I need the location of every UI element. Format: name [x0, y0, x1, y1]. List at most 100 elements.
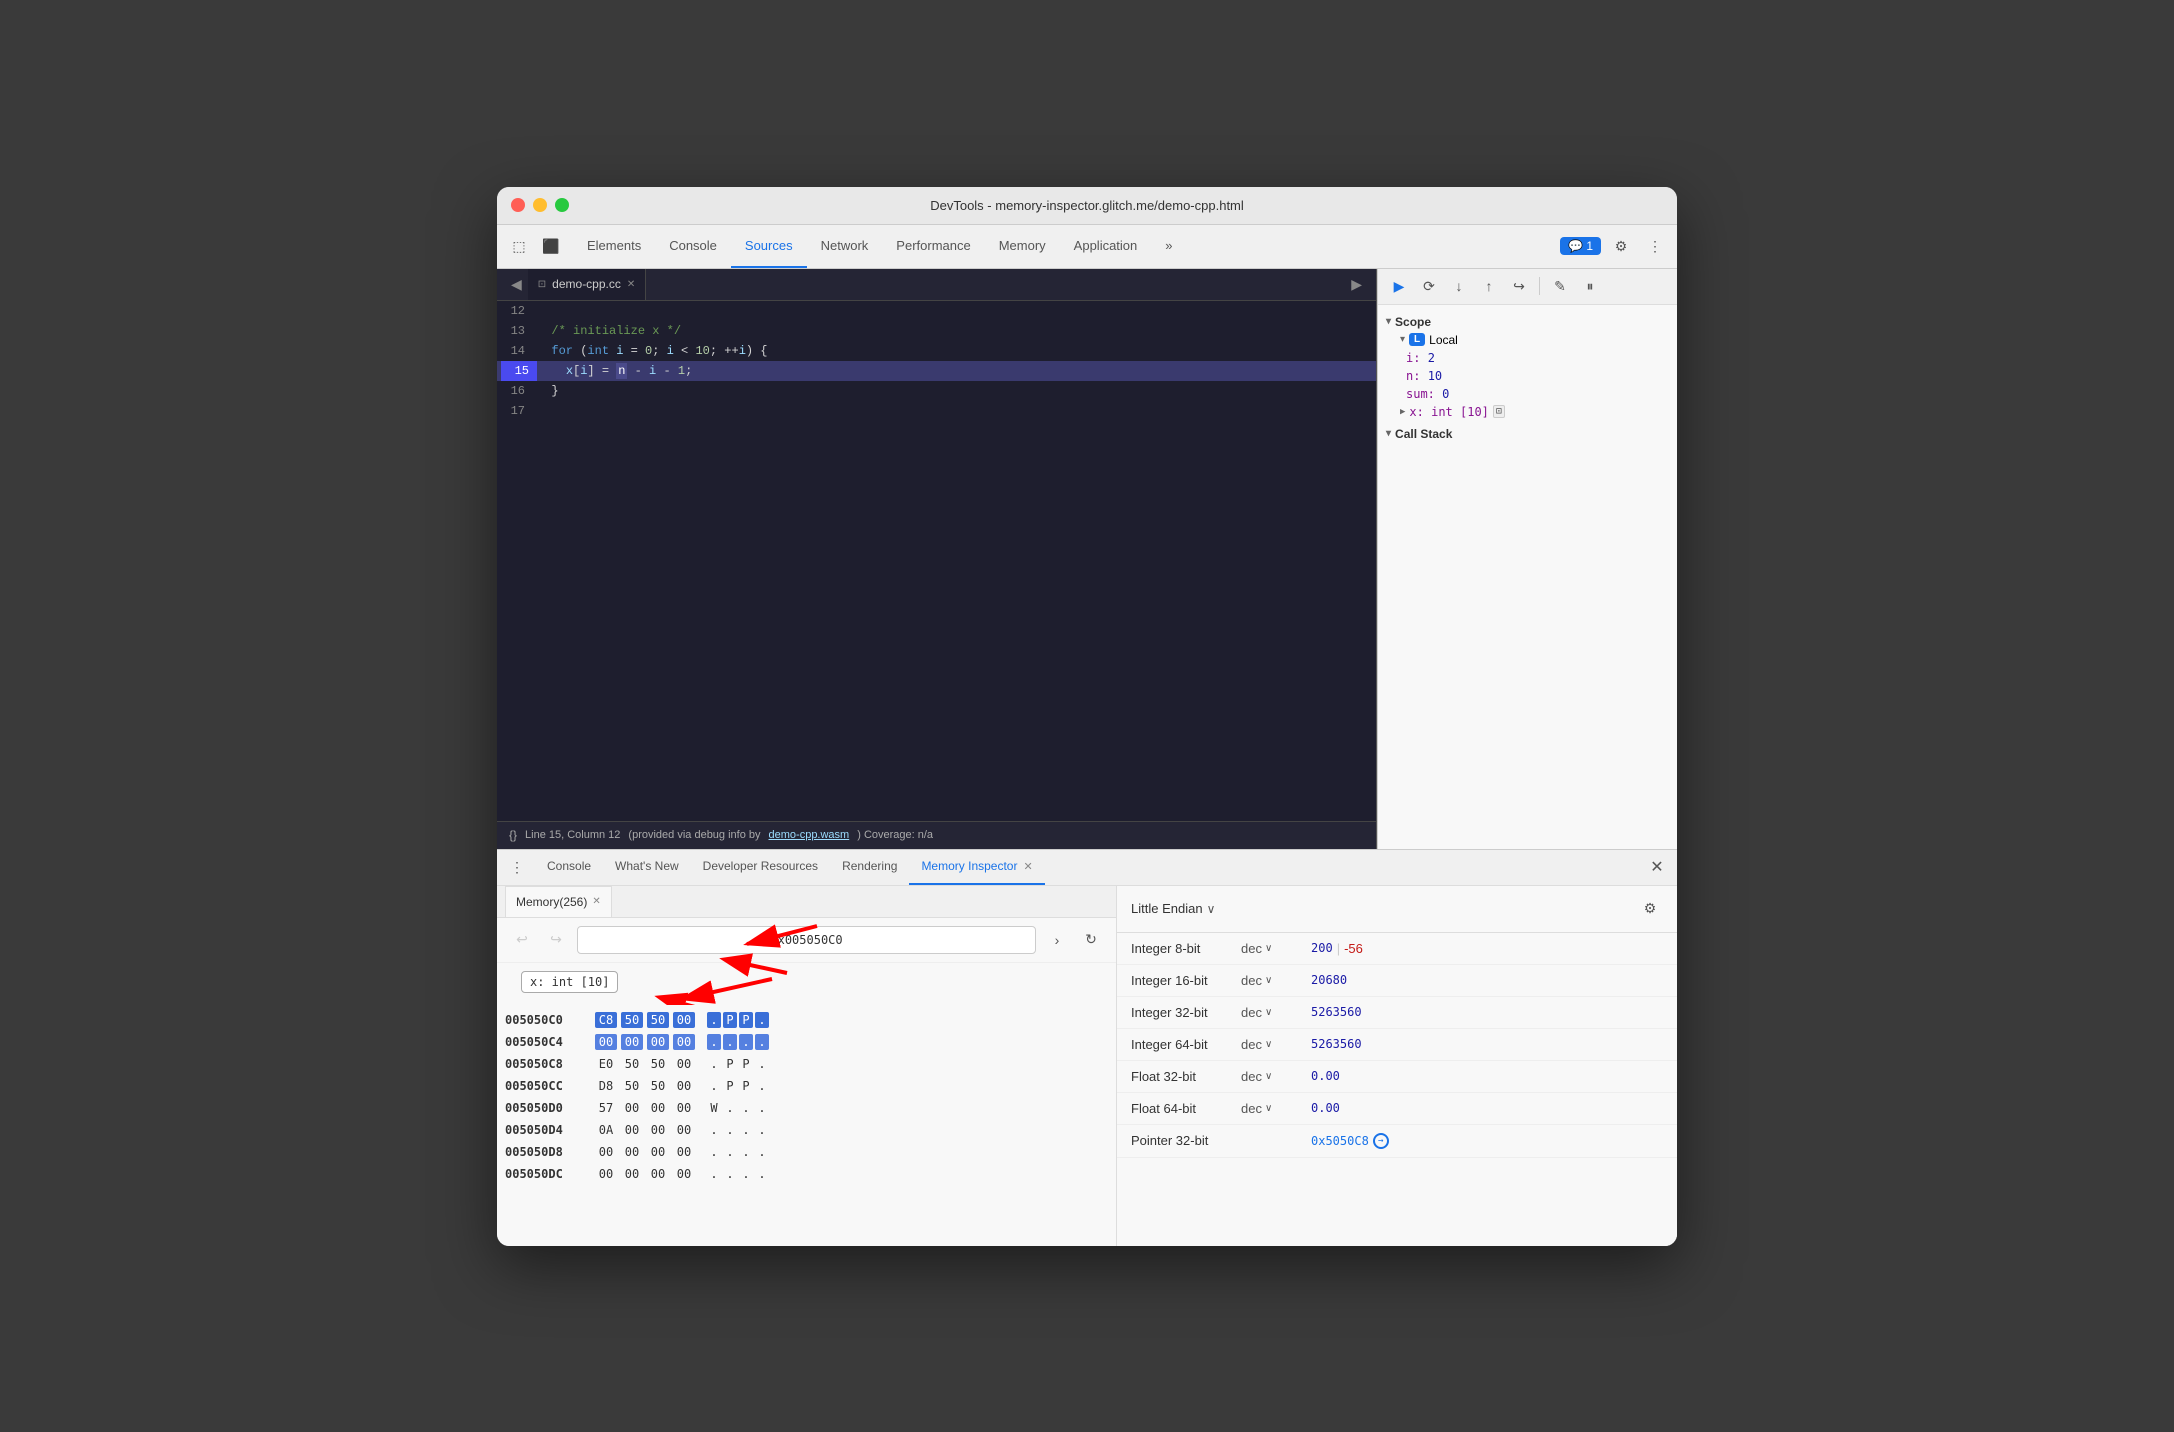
mem-byte-00f[interactable]: 00 [673, 1078, 695, 1094]
endian-selector[interactable]: Little Endian ∨ [1131, 901, 1215, 916]
local-scope-item[interactable]: ▾ L Local [1378, 331, 1677, 349]
scope-header[interactable]: ▾ Scope [1378, 313, 1677, 331]
call-stack-header[interactable]: ▾ Call Stack [1378, 425, 1677, 443]
mem-byte-0a[interactable]: 0A [595, 1122, 617, 1138]
mem-byte-00b[interactable]: 00 [621, 1034, 643, 1050]
mem-byte-50e[interactable]: 50 [621, 1078, 643, 1094]
tab-sources[interactable]: Sources [731, 225, 807, 268]
tab-memory[interactable]: Memory [985, 225, 1060, 268]
mem-forward-btn[interactable]: ↪ [543, 927, 569, 953]
mem-refresh-btn[interactable]: ↻ [1078, 927, 1104, 953]
drawer-tab-memory-inspector[interactable]: Memory Inspector ✕ [909, 850, 1044, 885]
mem-byte-00l[interactable]: 00 [673, 1122, 695, 1138]
mem-byte-00g[interactable]: 00 [621, 1100, 643, 1116]
mem-byte-00m[interactable]: 00 [595, 1144, 617, 1160]
mem-byte-e0[interactable]: E0 [595, 1056, 617, 1072]
mem-byte-00[interactable]: 00 [673, 1012, 695, 1028]
tab-elements[interactable]: Elements [573, 225, 655, 268]
val-int32: 5263560 [1311, 1005, 1362, 1019]
mem-var-tag[interactable]: x: int [10] [521, 971, 618, 993]
format-int8[interactable]: dec ∨ [1241, 941, 1311, 956]
mem-byte-00h[interactable]: 00 [647, 1100, 669, 1116]
mem-byte-00r[interactable]: 00 [621, 1166, 643, 1182]
mem-next-btn[interactable]: › [1044, 927, 1070, 953]
memory-inspector-tab-close[interactable]: ✕ [1023, 860, 1032, 873]
format-float32[interactable]: dec ∨ [1241, 1069, 1311, 1084]
mem-row-d4: 005050D4 0A 00 00 00 . . . . [497, 1119, 1116, 1141]
memory-inspect-icon[interactable]: ⊡ [1493, 405, 1505, 418]
mem-byte-50a[interactable]: 50 [621, 1012, 643, 1028]
step-out-btn[interactable]: ↑ [1476, 273, 1502, 299]
mem-byte-00q[interactable]: 00 [595, 1166, 617, 1182]
mem-byte-57[interactable]: 57 [595, 1100, 617, 1116]
close-button[interactable] [511, 198, 525, 212]
device-toggle-icon[interactable]: ⬛ [537, 232, 565, 260]
mem-byte-00a[interactable]: 00 [595, 1034, 617, 1050]
wasm-link[interactable]: demo-cpp.wasm [769, 829, 850, 841]
mem-back-btn[interactable]: ↩ [509, 927, 535, 953]
step-over-btn[interactable]: ⟳ [1416, 273, 1442, 299]
more-vert-icon[interactable]: ⋮ [1641, 232, 1669, 260]
mem-byte-00p[interactable]: 00 [673, 1144, 695, 1160]
minimize-button[interactable] [533, 198, 547, 212]
mem-byte-00o[interactable]: 00 [647, 1144, 669, 1160]
mem-byte-00n[interactable]: 00 [621, 1144, 643, 1160]
drawer-tab-whats-new[interactable]: What's New [603, 850, 691, 885]
sources-back-btn[interactable]: ◀ [505, 274, 528, 295]
format-btn[interactable]: {} [509, 828, 517, 842]
mem-byte-50d[interactable]: 50 [647, 1056, 669, 1072]
step-into-btn[interactable]: ↓ [1446, 273, 1472, 299]
resume-btn[interactable]: ▶ [1386, 273, 1412, 299]
format-int16[interactable]: dec ∨ [1241, 973, 1311, 988]
mem-address-input[interactable] [577, 926, 1036, 954]
step-btn[interactable]: ↪ [1506, 273, 1532, 299]
mem-byte-50f[interactable]: 50 [647, 1078, 669, 1094]
format-int64[interactable]: dec ∨ [1241, 1037, 1311, 1052]
code-content-15: x[i] = n - i - 1; [537, 361, 692, 381]
drawer-tab-console[interactable]: Console [535, 850, 603, 885]
file-tab-demo-cpp[interactable]: ⊡ demo-cpp.cc ✕ [528, 269, 646, 300]
format-int8-label: dec [1241, 941, 1262, 956]
mem-byte-00c[interactable]: 00 [647, 1034, 669, 1050]
chat-badge[interactable]: 💬 1 [1560, 237, 1601, 255]
settings-icon[interactable]: ⚙ [1607, 232, 1635, 260]
drawer-tab-rendering[interactable]: Rendering [830, 850, 909, 885]
format-int32[interactable]: dec ∨ [1241, 1005, 1311, 1020]
drawer-menu-btn[interactable]: ⋮ [505, 855, 529, 879]
tab-network[interactable]: Network [807, 225, 883, 268]
tab-console[interactable]: Console [655, 225, 731, 268]
drawer-tab-dev-resources[interactable]: Developer Resources [691, 850, 830, 885]
pause-on-exceptions-btn[interactable]: ⏸ [1577, 273, 1603, 299]
file-tab-close[interactable]: ✕ [627, 279, 635, 290]
inspector-settings-btn[interactable]: ⚙ [1637, 896, 1663, 922]
debugger-toolbar: ▶ ⟳ ↓ ↑ ↪ ✎ ⏸ [1378, 269, 1677, 305]
memory-tab-close[interactable]: ✕ [592, 896, 600, 907]
mem-byte-00j[interactable]: 00 [621, 1122, 643, 1138]
sources-forward-btn[interactable]: ▶ [1345, 274, 1368, 295]
drawer-close-btn[interactable]: ✕ [1645, 855, 1669, 879]
mem-byte-50b[interactable]: 50 [647, 1012, 669, 1028]
maximize-button[interactable] [555, 198, 569, 212]
mem-byte-00e[interactable]: 00 [673, 1056, 695, 1072]
tab-application[interactable]: Application [1060, 225, 1152, 268]
mem-bytes-d8: 00 00 00 00 [595, 1144, 695, 1160]
ptr-link[interactable]: 0x5050C8 → [1311, 1133, 1389, 1149]
tab-more[interactable]: » [1151, 225, 1186, 268]
mem-byte-00d[interactable]: 00 [673, 1034, 695, 1050]
mem-byte-d8[interactable]: D8 [595, 1078, 617, 1094]
deactivate-breakpoints-btn[interactable]: ✎ [1547, 273, 1573, 299]
scope-x[interactable]: ▶ x: int [10] ⊡ [1378, 403, 1677, 421]
tab-performance[interactable]: Performance [882, 225, 984, 268]
mem-byte-00t[interactable]: 00 [673, 1166, 695, 1182]
inspector-row-float64: Float 64-bit dec ∨ 0.00 [1117, 1093, 1677, 1125]
mem-byte-00s[interactable]: 00 [647, 1166, 669, 1182]
mem-byte-c8[interactable]: C8 [595, 1012, 617, 1028]
ptr-navigate-icon[interactable]: → [1373, 1133, 1389, 1149]
inspector-row-ptr32: Pointer 32-bit 0x5050C8 → [1117, 1125, 1677, 1158]
mem-byte-00k[interactable]: 00 [647, 1122, 669, 1138]
mem-byte-00i[interactable]: 00 [673, 1100, 695, 1116]
format-float64[interactable]: dec ∨ [1241, 1101, 1311, 1116]
inspect-element-icon[interactable]: ⬚ [505, 232, 533, 260]
memory-tab-256[interactable]: Memory(256) ✕ [505, 886, 612, 917]
mem-byte-50c[interactable]: 50 [621, 1056, 643, 1072]
